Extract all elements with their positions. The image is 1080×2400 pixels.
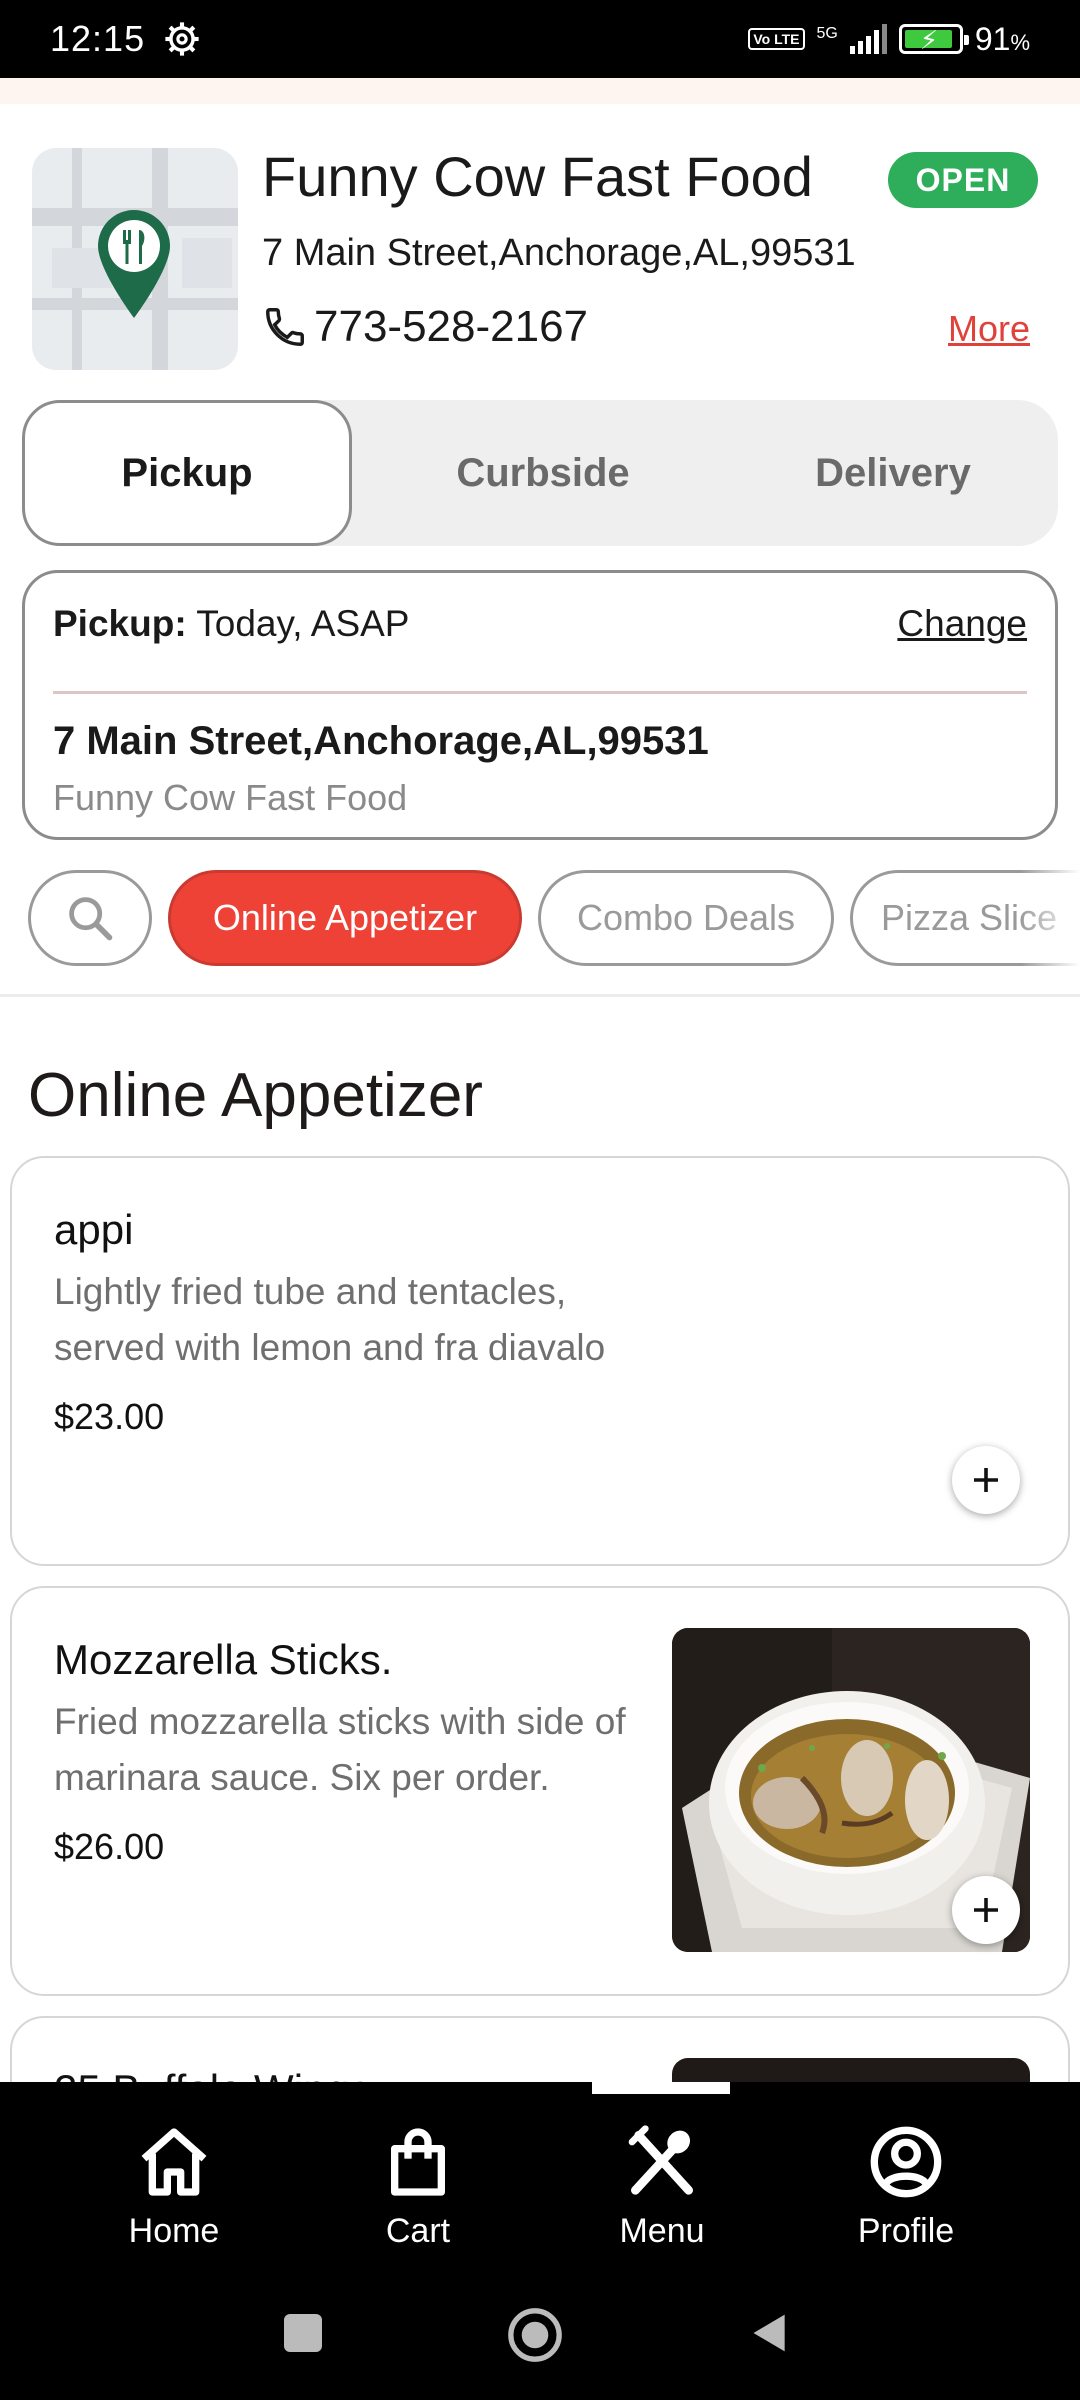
phone-link[interactable]: 773-528-2167 [262, 302, 588, 352]
divider [53, 691, 1027, 694]
pickup-details-card: Pickup: Today, ASAP Change 7 Main Street… [22, 570, 1058, 840]
header-top-strip [0, 78, 1080, 104]
chips-fade [1020, 870, 1080, 970]
volte-icon: Vo LTE [748, 28, 805, 50]
order-mode-tabs: Pickup Curbside Delivery [22, 400, 1058, 546]
phone-icon [266, 308, 304, 346]
nav-label: Home [128, 2212, 220, 2250]
tab-pickup[interactable]: Pickup [22, 400, 352, 546]
phone-number: 773-528-2167 [314, 302, 589, 351]
nav-cart[interactable]: Cart [318, 2122, 518, 2251]
item-price: $26.00 [54, 1826, 165, 1867]
pickup-label: Pickup: [53, 603, 187, 644]
nav-home[interactable]: Home [74, 2122, 274, 2251]
pickup-address: 7 Main Street,Anchorage,AL,99531 [53, 719, 709, 763]
profile-icon [870, 2126, 942, 2198]
pickup-time-line: Pickup: Today, ASAP [53, 603, 410, 645]
change-pickup-link[interactable]: Change [897, 603, 1027, 645]
signal-icon [849, 24, 887, 54]
search-icon [69, 897, 113, 941]
plus-icon [974, 1468, 998, 1492]
pickup-store-name: Funny Cow Fast Food [53, 777, 408, 818]
restaurant-address: 7 Main Street,Anchorage,AL,99531 [262, 232, 856, 274]
restaurant-name: Funny Cow Fast Food [262, 145, 813, 208]
battery-icon: ⚡ [898, 24, 969, 55]
bottom-navigation: Home Cart Menu Profile [0, 2082, 1080, 2400]
nav-label: Menu [619, 2212, 705, 2250]
add-item-button[interactable] [952, 1446, 1020, 1514]
category-chip-online-appetizer[interactable]: Online Appetizer [168, 870, 522, 966]
fork-spoon-icon [628, 2125, 693, 2195]
nav-menu[interactable]: Menu [562, 2122, 762, 2251]
open-status-badge: OPEN [888, 152, 1038, 208]
restaurant-header: Funny Cow Fast Food OPEN 7 Main Street,A… [0, 104, 1080, 394]
map-pin-fork-knife-icon [98, 210, 170, 318]
network-type: 5G [816, 24, 838, 42]
menu-item-card[interactable]: appi Lightly fried tube and tentacles, s… [10, 1156, 1070, 1566]
status-bar: 12:15 Vo LTE 5G ⚡ 91% [0, 0, 1080, 78]
pickup-time: Today, ASAP [196, 603, 410, 644]
status-time: 12:15 [50, 18, 146, 59]
charging-bolt-icon: ⚡ [919, 25, 939, 55]
nav-label: Profile [857, 2212, 955, 2250]
back-button-icon[interactable] [748, 2308, 792, 2358]
divider [0, 994, 1080, 997]
item-name: Mozzarella Sticks. [54, 1636, 393, 1683]
section-title: Online Appetizer [28, 1061, 483, 1130]
category-chip-combo-deals[interactable]: Combo Deals [538, 870, 834, 966]
system-navigation-bar [0, 2308, 1080, 2392]
settings-gear-icon [165, 22, 199, 56]
category-search-button[interactable] [28, 870, 152, 966]
item-price: $23.00 [54, 1396, 165, 1437]
nav-profile[interactable]: Profile [806, 2122, 1006, 2251]
item-description: Lightly fried tube and tentacles, served… [54, 1271, 606, 1368]
item-name: appi [54, 1206, 134, 1253]
plus-icon [974, 1898, 998, 1922]
more-link[interactable]: More [948, 308, 1030, 350]
item-description: Fried mozzarella sticks with side of mar… [54, 1701, 626, 1798]
menu-item-card[interactable]: Mozzarella Sticks. Fried mozzarella stic… [10, 1586, 1070, 1996]
category-chips: Online Appetizer Combo Deals Pizza Slice [0, 870, 1080, 970]
selected-nav-indicator [592, 2082, 730, 2094]
battery-percent: 91% [974, 20, 1030, 57]
home-icon [141, 2128, 207, 2196]
add-item-button[interactable] [952, 1876, 1020, 1944]
tab-curbside[interactable]: Curbside [378, 400, 708, 546]
recents-button-icon[interactable] [284, 2314, 322, 2352]
nav-label: Cart [385, 2212, 451, 2250]
shopping-bag-icon [391, 2128, 445, 2196]
home-button-icon[interactable] [506, 2306, 564, 2364]
restaurant-map-thumbnail[interactable] [32, 148, 238, 370]
tab-delivery[interactable]: Delivery [728, 400, 1058, 546]
